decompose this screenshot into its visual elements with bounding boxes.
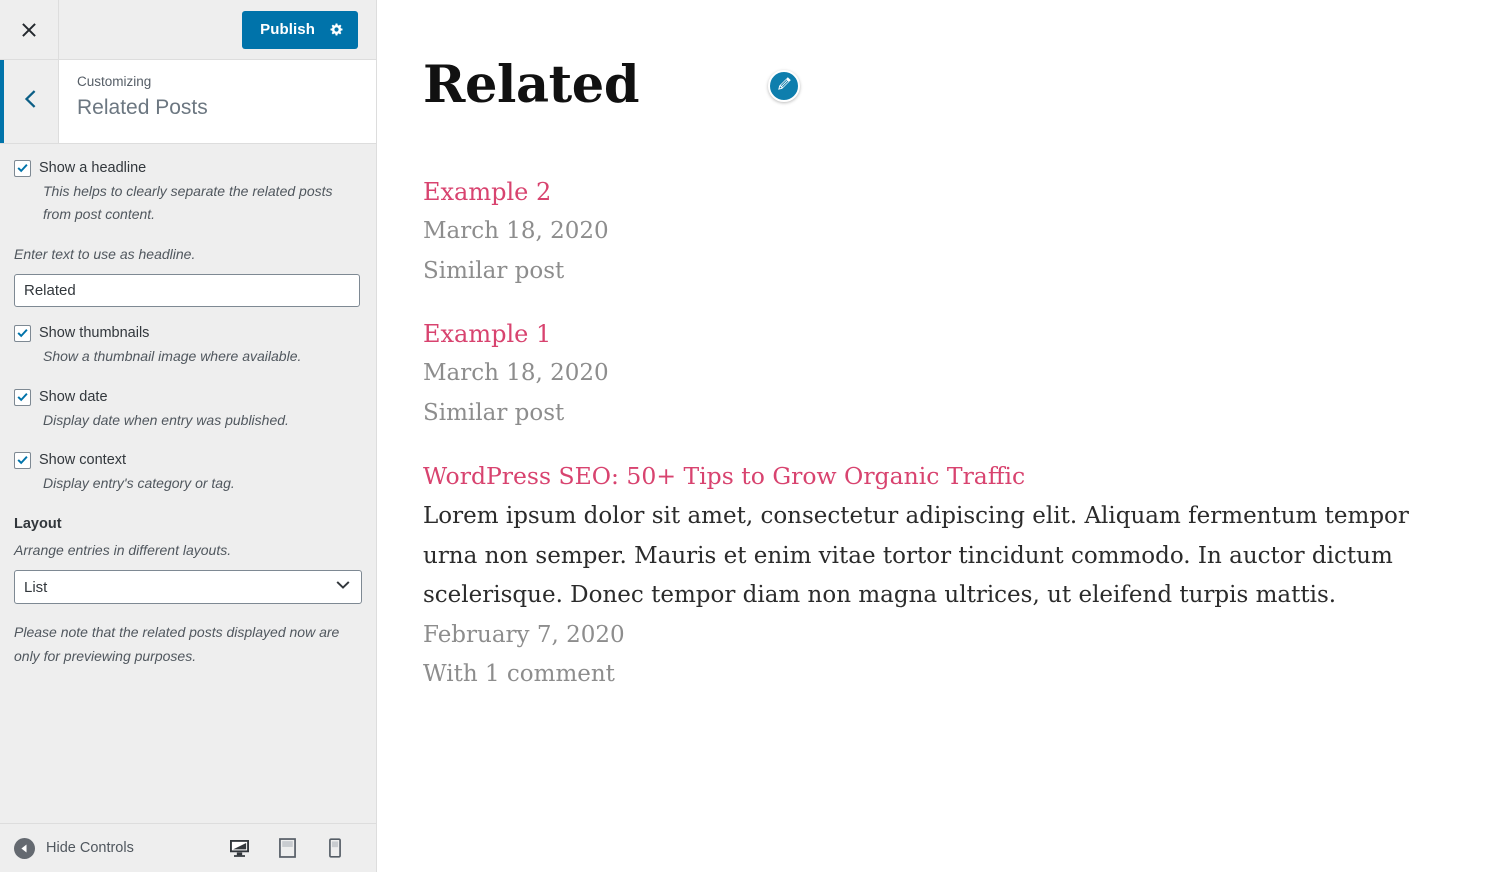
page-title: Related Posts xyxy=(77,96,208,120)
hide-controls-button[interactable]: Hide Controls xyxy=(14,837,134,859)
show-headline-description: This helps to clearly separate the relat… xyxy=(43,183,333,222)
panel-back-button[interactable] xyxy=(0,60,59,143)
check-icon xyxy=(17,392,28,402)
gear-icon[interactable] xyxy=(329,22,344,37)
check-icon xyxy=(17,329,28,338)
related-post-date: March 18, 2020 xyxy=(423,360,609,387)
show-context-checkbox[interactable] xyxy=(14,452,31,470)
site-preview: Related Example 2 March 18, 2020 Similar… xyxy=(377,0,1500,872)
related-posts-block: Related Example 2 March 18, 2020 Similar… xyxy=(423,55,1483,695)
show-headline-checkbox[interactable] xyxy=(14,160,31,177)
show-date-description: Display date when entry was published. xyxy=(43,411,289,428)
control-headline-text: Enter text to use as headline. xyxy=(14,244,362,308)
related-post-title[interactable]: Example 1 xyxy=(423,315,1483,354)
preview-note: Please note that the related posts displ… xyxy=(14,624,340,665)
control-show-context: Show context Display entry's category or… xyxy=(14,450,362,495)
related-post-context: With 1 comment xyxy=(423,661,615,688)
related-post-context: Similar post xyxy=(423,257,565,284)
chevron-left-icon xyxy=(22,88,37,115)
close-customizer-button[interactable] xyxy=(0,0,59,59)
mobile-icon[interactable] xyxy=(324,837,346,859)
show-headline-checkbox-row[interactable]: Show a headline xyxy=(14,158,362,179)
panel-eyebrow: Customizing xyxy=(77,74,152,89)
collapse-left-icon xyxy=(14,837,35,859)
show-thumbnails-checkbox-row[interactable]: Show thumbnails xyxy=(14,323,362,344)
controls-list: Show a headline This helps to clearly se… xyxy=(0,144,376,823)
layout-select-value: List xyxy=(24,578,48,596)
related-post-title[interactable]: Example 2 xyxy=(423,173,1483,212)
related-post-date: March 18, 2020 xyxy=(423,218,609,245)
related-post-title[interactable]: WordPress SEO: 50+ Tips to Grow Organic … xyxy=(423,457,1483,495)
related-post-item: WordPress SEO: 50+ Tips to Grow Organic … xyxy=(423,457,1483,695)
show-thumbnails-label: Show thumbnails xyxy=(39,325,150,342)
layout-select-wrapper: List xyxy=(14,570,362,605)
device-preview-group xyxy=(228,837,362,859)
show-context-label: Show context xyxy=(39,452,127,469)
hide-controls-label: Hide Controls xyxy=(46,840,134,856)
related-post-excerpt: Lorem ipsum dolor sit amet, consectetur … xyxy=(423,503,1409,609)
show-headline-label: Show a headline xyxy=(39,160,147,176)
sidebar-topbar: Publish xyxy=(0,0,376,59)
check-icon xyxy=(17,456,28,465)
control-show-thumbnails: Show thumbnails Show a thumbnail image w… xyxy=(14,323,362,368)
related-post-item: Example 2 March 18, 2020 Similar post xyxy=(423,173,1483,291)
show-thumbnails-description: Show a thumbnail image where available. xyxy=(43,348,302,365)
layout-select[interactable]: List xyxy=(14,570,362,605)
panel-titles: Customizing Related Posts xyxy=(59,60,376,143)
customizer-app: Publish Customizing Related Posts Show a… xyxy=(0,0,1500,872)
sidebar-footer: Hide Controls xyxy=(0,823,376,872)
control-show-headline: Show a headline This helps to clearly se… xyxy=(14,158,362,225)
tablet-icon[interactable] xyxy=(276,837,298,859)
panel-header: Customizing Related Posts xyxy=(0,59,376,144)
related-post-context: Similar post xyxy=(423,399,565,426)
show-thumbnails-checkbox[interactable] xyxy=(14,325,31,343)
show-date-checkbox[interactable] xyxy=(14,388,31,406)
edit-shortcut-button[interactable] xyxy=(768,70,800,102)
show-context-description: Display entry's category or tag. xyxy=(43,475,235,492)
pencil-icon xyxy=(776,75,793,97)
desktop-icon[interactable] xyxy=(228,837,250,859)
show-context-checkbox-row[interactable]: Show context xyxy=(14,450,362,471)
show-date-checkbox-row[interactable]: Show date xyxy=(14,387,362,408)
check-icon xyxy=(17,164,28,173)
control-layout: Layout Arrange entries in different layo… xyxy=(14,514,362,605)
close-icon xyxy=(20,21,38,39)
related-post-date: February 7, 2020 xyxy=(423,621,625,648)
headline-text-description: Enter text to use as headline. xyxy=(14,246,196,263)
publish-button[interactable]: Publish xyxy=(242,10,358,49)
show-date-label: Show date xyxy=(39,388,108,405)
customizer-sidebar: Publish Customizing Related Posts Show a… xyxy=(0,0,377,872)
layout-title: Layout xyxy=(14,516,62,533)
layout-description: Arrange entries in different layouts. xyxy=(14,542,232,559)
headline-text-input[interactable] xyxy=(14,274,360,308)
control-show-date: Show date Display date when entry was pu… xyxy=(14,387,362,432)
related-post-item: Example 1 March 18, 2020 Similar post xyxy=(423,315,1483,433)
related-heading: Related xyxy=(423,55,640,115)
related-posts-list: Example 2 March 18, 2020 Similar post Ex… xyxy=(423,173,1483,695)
publish-button-label: Publish xyxy=(260,21,315,38)
